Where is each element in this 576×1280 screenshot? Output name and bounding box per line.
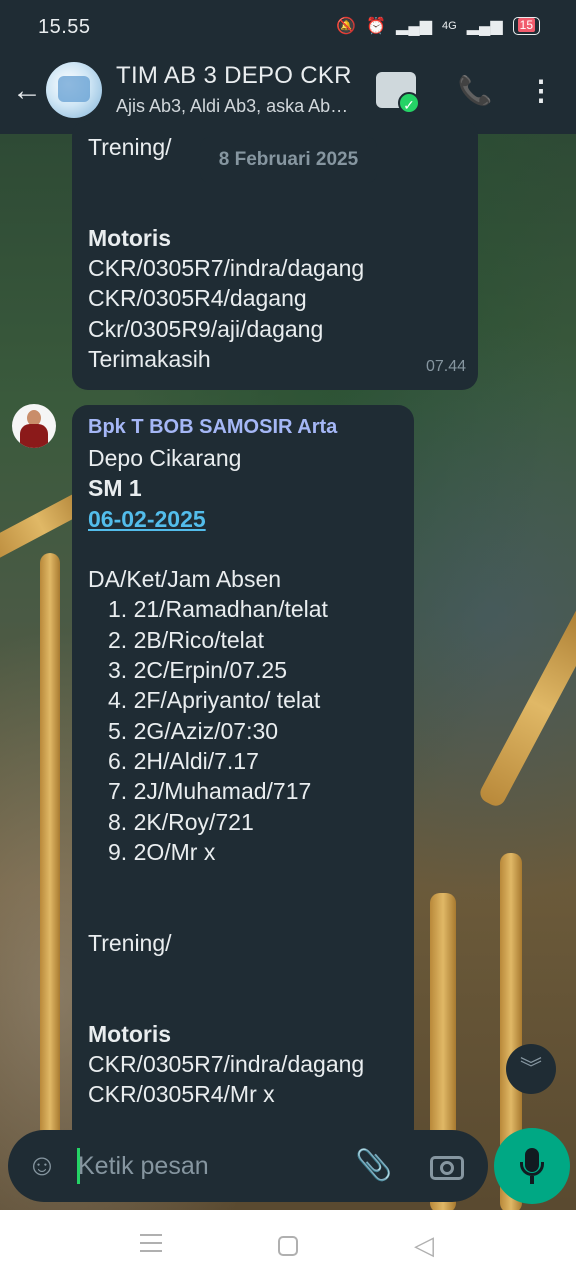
sender-avatar[interactable] bbox=[12, 404, 56, 448]
camera-lens bbox=[440, 1161, 454, 1175]
recent-apps-icon[interactable] bbox=[140, 1234, 162, 1254]
list-item: 6. 2H/Aldi/7.17 bbox=[108, 747, 259, 774]
chat-participants[interactable]: Ajis Ab3, Aldi Ab3, aska Ab… bbox=[116, 96, 366, 117]
back-triangle-icon[interactable]: ◁ bbox=[414, 1232, 438, 1258]
status-bar: 15.55 🔕 ⏰ ▂▄▆ 4G ▂▄▆ 15 bbox=[0, 0, 576, 56]
message-line bbox=[88, 958, 398, 988]
message-line bbox=[88, 897, 398, 927]
message-line: SM 1 bbox=[88, 475, 142, 502]
battery-level: 15 bbox=[517, 18, 535, 32]
sender-name[interactable]: Bpk T BOB SAMOSIR Arta bbox=[88, 413, 398, 441]
list-item: 2. 2B/Rico/telat bbox=[108, 626, 264, 653]
check-icon: ✓ bbox=[398, 92, 420, 114]
mic-leg bbox=[530, 1176, 534, 1184]
attach-icon[interactable]: 📎 bbox=[354, 1146, 394, 1186]
list-item: 9. 2O/Mr x bbox=[108, 838, 216, 865]
message-line: DA/Ket/Jam Absen bbox=[88, 566, 282, 593]
date-link[interactable]: 06-02-2025 bbox=[88, 506, 206, 532]
wallpaper-bamboo bbox=[40, 553, 60, 1193]
list-item: 1. 21/Ramadhan/telat bbox=[108, 596, 328, 623]
mic-stand bbox=[520, 1162, 544, 1176]
signal-icon-2: ▂▄▆ bbox=[466, 18, 503, 35]
list-item: 5. 2G/Aziz/07:30 bbox=[108, 717, 279, 744]
message-line: CKR/0305R7/indra/dagang bbox=[88, 1050, 365, 1077]
message-line: CKR/0305R7/indra/dagang bbox=[88, 255, 365, 282]
list-item: 7. 2J/Muhamad/717 bbox=[108, 778, 312, 805]
avatar-suit bbox=[20, 424, 48, 448]
list-item: 8. 2K/Roy/721 bbox=[108, 808, 254, 835]
status-icons: 🔕 ⏰ ▂▄▆ 4G ▂▄▆ 15 bbox=[336, 16, 540, 36]
group-avatar[interactable] bbox=[46, 62, 102, 118]
message-line: Depo Cikarang bbox=[88, 445, 242, 471]
message-line: Terimakasih bbox=[88, 346, 211, 373]
message-line: Ckr/0305R9/aji/dagang bbox=[88, 315, 324, 342]
scroll-to-bottom-button[interactable]: ︾ bbox=[506, 1044, 556, 1094]
mute-icon: 🔕 bbox=[336, 18, 357, 35]
back-arrow-icon[interactable]: ← bbox=[10, 74, 44, 108]
list-item: 4. 2F/Apriyanto/ telat bbox=[108, 687, 321, 714]
message-line: CKR/0305R4/dagang bbox=[88, 285, 307, 312]
message-line bbox=[88, 988, 398, 1018]
wallpaper-bamboo bbox=[476, 602, 576, 810]
sticker-emoji-icon[interactable]: ☺ bbox=[24, 1148, 60, 1184]
message-time: 07.44 bbox=[425, 357, 466, 375]
chat-title[interactable]: TIM AB 3 DEPO CKR bbox=[116, 62, 352, 90]
home-icon[interactable] bbox=[278, 1236, 298, 1256]
message-line: Trening/ bbox=[88, 929, 172, 956]
message-input-bar: ☺ 📎 bbox=[8, 1130, 488, 1202]
status-time: 15.55 bbox=[38, 16, 91, 38]
mic-button[interactable] bbox=[494, 1128, 570, 1204]
date-chip: 8 Februari 2025 bbox=[200, 137, 377, 183]
system-nav-bar: ◁ bbox=[0, 1210, 576, 1280]
list-item: 3. 2C/Erpin/07.25 bbox=[108, 657, 288, 684]
message-bubble[interactable]: Bpk T BOB SAMOSIR Arta Depo Cikarang SM … bbox=[72, 405, 414, 1145]
double-chevron-down-icon: ︾ bbox=[519, 1056, 542, 1081]
message-line bbox=[88, 193, 462, 223]
more-vert-icon[interactable]: ⋮ bbox=[518, 68, 564, 114]
attendance-list: 1. 21/Ramadhan/telat 2. 2B/Rico/telat 3. 2… bbox=[88, 594, 398, 867]
camera-icon[interactable] bbox=[426, 1146, 468, 1186]
message-line bbox=[88, 867, 398, 897]
message-input[interactable] bbox=[78, 1146, 348, 1186]
add-call-icon[interactable]: 📞 bbox=[452, 68, 498, 114]
signal-icon: ▂▄▆ bbox=[396, 18, 432, 35]
network-type: 4G bbox=[442, 20, 457, 32]
message-line: CKR/0305R4/Mr x bbox=[88, 1081, 275, 1108]
message-line: Motoris bbox=[88, 224, 172, 251]
sticker-icon[interactable]: ✓ bbox=[374, 68, 420, 114]
message-line: Motoris bbox=[88, 1020, 172, 1047]
battery-icon: 15 bbox=[512, 17, 540, 35]
message-line bbox=[88, 534, 398, 564]
alarm-icon: ⏰ bbox=[366, 18, 387, 35]
